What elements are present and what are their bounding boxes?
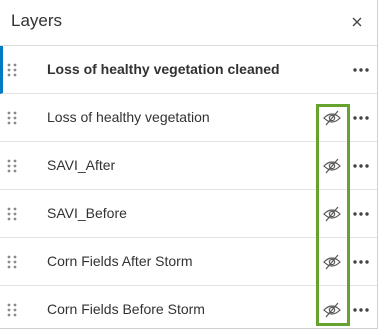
eye-off-icon[interactable]	[322, 300, 342, 320]
layer-label: Corn Fields After Storm	[47, 253, 193, 269]
close-icon[interactable]	[349, 14, 365, 30]
more-options-icon[interactable]	[351, 60, 371, 80]
eye-off-icon[interactable]	[322, 204, 342, 224]
drag-handle-icon[interactable]	[6, 110, 18, 126]
layer-row[interactable]: Corn Fields After Storm	[0, 238, 377, 286]
drag-handle-icon[interactable]	[6, 302, 18, 318]
layers-panel: Layers Loss of healthy vegetation cleane…	[0, 0, 378, 329]
layer-label: Corn Fields Before Storm	[47, 301, 205, 317]
panel-title: Layers	[11, 11, 63, 30]
drag-handle-icon[interactable]	[6, 62, 18, 78]
layer-row[interactable]: Loss of healthy vegetation cleaned	[0, 46, 377, 94]
layer-label: Loss of healthy vegetation cleaned	[47, 61, 280, 77]
layer-row[interactable]: Loss of healthy vegetation	[0, 94, 377, 142]
drag-handle-icon[interactable]	[6, 206, 18, 222]
layer-label: SAVI_After	[47, 157, 116, 173]
drag-handle-icon[interactable]	[6, 158, 18, 174]
more-options-icon[interactable]	[351, 108, 371, 128]
more-options-icon[interactable]	[351, 252, 371, 272]
layer-list: Loss of healthy vegetation cleaned Loss …	[0, 46, 377, 334]
more-options-icon[interactable]	[351, 156, 371, 176]
eye-off-icon[interactable]	[322, 156, 342, 176]
layer-label: SAVI_Before	[47, 205, 127, 221]
eye-off-icon[interactable]	[322, 108, 342, 128]
more-options-icon[interactable]	[351, 204, 371, 224]
layer-row[interactable]: SAVI_Before	[0, 190, 377, 238]
layer-label: Loss of healthy vegetation	[47, 109, 210, 125]
layer-row[interactable]: SAVI_After	[0, 142, 377, 190]
more-options-icon[interactable]	[351, 300, 371, 320]
eye-off-icon[interactable]	[322, 252, 342, 272]
layer-row[interactable]: Corn Fields Before Storm	[0, 286, 377, 334]
drag-handle-icon[interactable]	[6, 254, 18, 270]
panel-header: Layers	[0, 0, 377, 46]
